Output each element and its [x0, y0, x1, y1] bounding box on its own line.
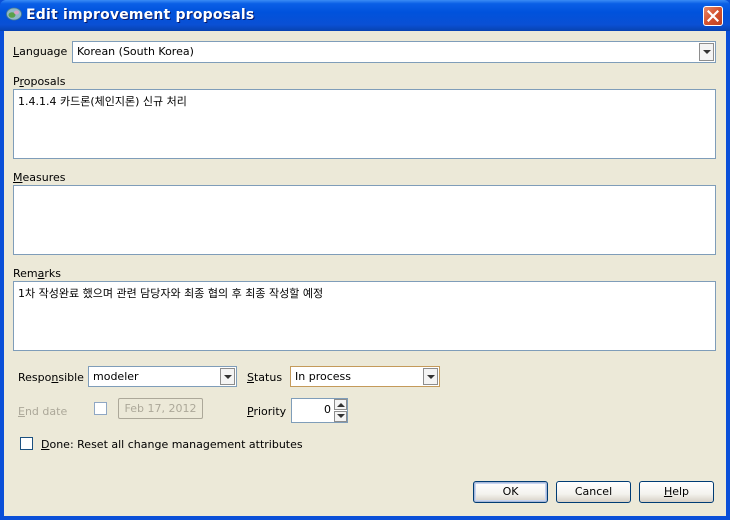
help-button[interactable]: Help: [639, 481, 714, 503]
priority-label: Priority: [247, 405, 287, 418]
done-label: Done: Reset all change management attrib…: [41, 438, 303, 451]
language-select[interactable]: Korean (South Korea): [72, 41, 716, 63]
dialog-window: Edit improvement proposals Language Kore…: [0, 0, 730, 520]
window-title: Edit improvement proposals: [26, 7, 255, 23]
end-date-field[interactable]: Feb 17, 2012: [118, 398, 203, 419]
language-label-rest: anguage: [19, 45, 68, 58]
measures-label: Measures: [13, 171, 66, 184]
end-date-label: End date: [18, 405, 68, 418]
proposals-textarea[interactable]: 1.4.1.4 카드론(체인지론) 신규 처리: [13, 89, 716, 159]
language-label: Language: [13, 45, 68, 58]
proposals-label: Proposals: [13, 75, 66, 88]
responsible-label: Responsible: [18, 371, 84, 384]
responsible-value: modeler: [93, 370, 139, 383]
title-bar[interactable]: Edit improvement proposals: [0, 0, 730, 31]
spinner-down-icon[interactable]: [334, 411, 347, 422]
app-icon: [6, 7, 22, 21]
status-label: Status: [247, 371, 283, 384]
status-value: In process: [295, 370, 351, 383]
end-date-checkbox[interactable]: [94, 402, 107, 415]
close-button[interactable]: [703, 6, 723, 26]
responsible-dropdown-arrow-icon[interactable]: [220, 368, 235, 385]
cancel-button[interactable]: Cancel: [556, 481, 631, 503]
spinner-up-icon[interactable]: [334, 399, 347, 410]
responsible-select[interactable]: modeler: [88, 366, 237, 387]
language-dropdown-arrow-icon[interactable]: [699, 43, 714, 61]
remarks-text: 1차 작성완료 했으며 관련 담당자와 최종 협의 후 최종 작성할 예정: [18, 287, 324, 300]
priority-value: 0: [324, 403, 331, 416]
priority-spinner[interactable]: 0: [291, 398, 348, 423]
status-select[interactable]: In process: [290, 366, 440, 387]
done-checkbox[interactable]: [20, 437, 33, 450]
proposals-text: 1.4.1.4 카드론(체인지론) 신규 처리: [18, 95, 187, 108]
language-value: Korean (South Korea): [77, 45, 194, 58]
ok-button[interactable]: OK: [473, 481, 548, 503]
status-dropdown-arrow-icon[interactable]: [423, 368, 438, 385]
close-icon: [707, 10, 719, 22]
remarks-textarea[interactable]: 1차 작성완료 했으며 관련 담당자와 최종 협의 후 최종 작성할 예정: [13, 281, 716, 351]
remarks-label: Remarks: [13, 267, 62, 280]
measures-textarea[interactable]: [13, 185, 716, 255]
dialog-body: Language Korean (South Korea) Proposals …: [4, 31, 726, 516]
